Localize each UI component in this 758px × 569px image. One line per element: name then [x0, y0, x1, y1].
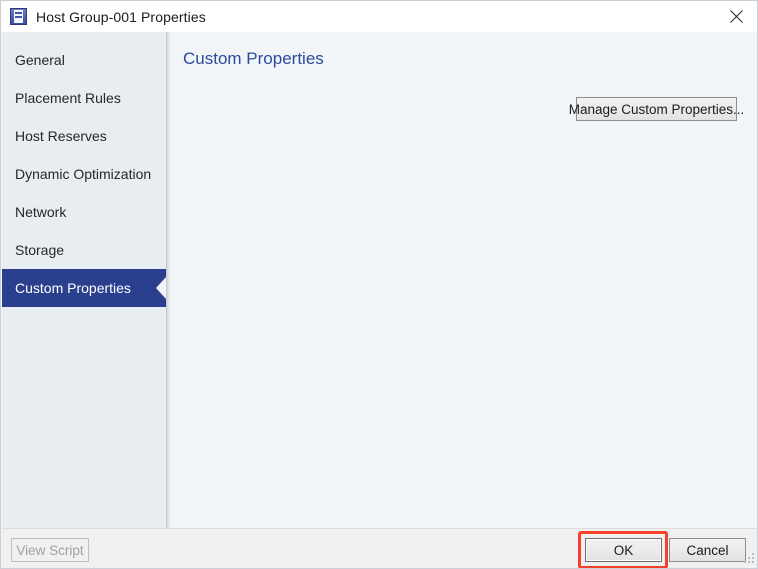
sidebar-item-host-reserves[interactable]: Host Reserves: [2, 117, 166, 155]
cancel-button[interactable]: Cancel: [669, 538, 746, 562]
sidebar-item-label: Host Reserves: [15, 128, 107, 144]
sidebar-item-label: Placement Rules: [15, 90, 121, 106]
close-icon[interactable]: [713, 1, 757, 31]
sidebar-item-storage[interactable]: Storage: [2, 231, 166, 269]
sidebar-item-label: Dynamic Optimization: [15, 166, 152, 182]
sidebar-item-network[interactable]: Network: [2, 193, 166, 231]
sidebar-item-dynamic-optimization[interactable]: Dynamic Optimization: [2, 155, 166, 193]
sidebar-nav: General Placement Rules Host Reserves Dy…: [2, 32, 166, 528]
sidebar-item-label: Storage: [15, 242, 65, 258]
page-title: Custom Properties: [183, 49, 324, 68]
view-script-button[interactable]: View Script: [11, 538, 89, 562]
sidebar-item-placement-rules[interactable]: Placement Rules: [2, 79, 166, 117]
selection-arrow-icon: [156, 277, 166, 299]
host-group-icon: [10, 8, 27, 25]
sidebar-item-custom-properties[interactable]: Custom Properties: [2, 269, 166, 307]
dialog-footer: View Script OK Cancel: [2, 528, 757, 568]
sidebar-item-label: General: [15, 52, 65, 68]
manage-custom-properties-button[interactable]: Manage Custom Properties...: [569, 97, 744, 121]
ok-button[interactable]: OK: [585, 538, 662, 562]
sidebar-item-label: Custom Properties: [15, 280, 131, 296]
resize-grip-icon[interactable]: [742, 553, 755, 566]
title-bar: Host Group-001 Properties: [1, 1, 757, 32]
sidebar-item-label: Network: [15, 204, 67, 220]
sidebar-item-general[interactable]: General: [2, 41, 166, 79]
window-title: Host Group-001 Properties: [36, 8, 206, 25]
properties-dialog: Host Group-001 Properties General Placem…: [0, 0, 758, 569]
content-pane: Custom Properties Manage Custom Properti…: [171, 32, 757, 528]
